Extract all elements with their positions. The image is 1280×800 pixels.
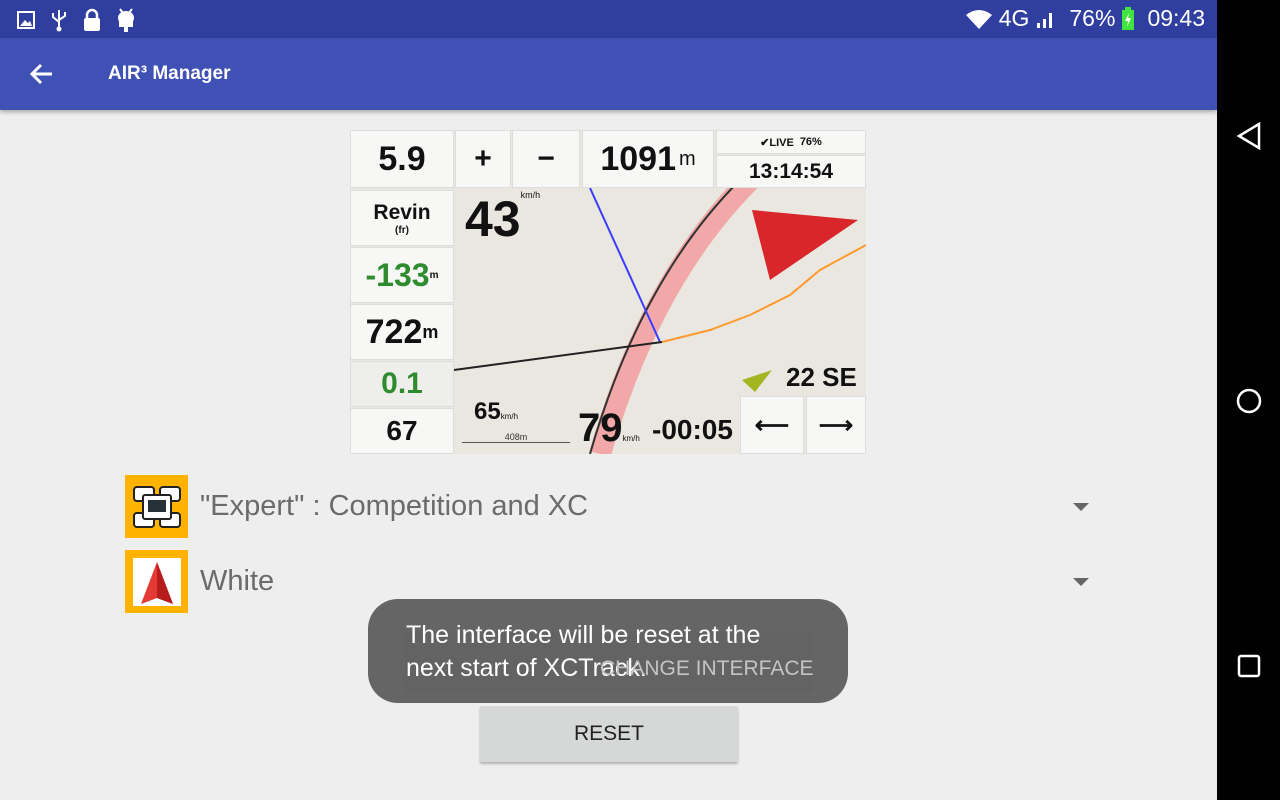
lock-icon [84,8,100,31]
signal-icon [1037,12,1053,28]
ground-speed-unit: km/h [622,434,640,443]
recents-square-icon[interactable] [1237,654,1261,678]
scale-speed-value: 65 [474,398,501,425]
altitude-value: 1091 [600,139,676,178]
layout-icon [125,475,188,538]
waypoint-name: Revin [373,200,431,224]
zoom-in-cell: + [455,130,511,188]
glide-value-cell: 67 [350,408,454,454]
usb-icon [52,10,66,32]
ground-speed: 79km/h [578,406,640,451]
scale-speed-unit: km/h [500,412,519,421]
scale-speed: 65km/h [474,398,518,426]
relative-value: -133 [365,256,430,293]
app-bar: AIR³ Manager [0,38,1217,110]
interface-select-value: "Expert" : Competition and XC [200,490,589,522]
wind-speed: 22 [786,362,815,392]
relative-unit: m [429,269,439,281]
back-triangle-icon[interactable] [1236,122,1262,150]
toast-message: The interface will be reset at the next … [368,599,848,703]
network-type: 4G [998,5,1030,31]
home-circle-icon[interactable] [1235,387,1263,415]
battery-percent: 76% [1069,5,1116,31]
height-cell: 722 m [350,304,454,360]
waypoint-sub: (fr) [395,224,409,236]
clock: 09:43 [1147,5,1205,31]
chevron-down-icon [1073,502,1089,511]
wind-readout: 22 SE [786,362,857,393]
speed-value: 43 [465,191,521,247]
ground-speed-value: 79 [578,406,623,450]
change-interface-label[interactable]: CHANGE INTERFACE [600,657,814,681]
waypoint-cell: Revin (fr) [350,190,454,246]
time-to-start: -00:05 [652,414,733,445]
image-icon [17,11,35,29]
height-unit: m [422,321,439,342]
relative-cell: -133 m [350,247,454,303]
arrow-left-icon[interactable] [28,60,56,88]
speed-readout: 43km/h [465,190,540,248]
map-scale: 408m [462,432,570,443]
height-value: 722 [365,312,423,351]
prev-waypoint-cell: ⟵ [740,396,804,454]
navigation-bar [1217,0,1280,800]
app-title: AIR³ Manager [108,63,231,84]
interface-select[interactable]: "Expert" : Competition and XC [125,475,1097,538]
next-waypoint-cell: ⟶ [806,396,866,454]
device-battery: 76% [799,136,822,148]
chevron-down-icon [1073,577,1089,586]
android-icon [118,8,134,32]
altitude-cell: 1091 m [582,130,714,188]
glide-ratio-cell: 5.9 [350,130,454,188]
wind-direction: SE [822,362,857,392]
live-status-cell: ✔LIVE 76% [716,130,866,154]
reset-button[interactable]: RESET [480,706,738,762]
clock-cell: 13:14:54 [716,155,866,188]
interface-preview-image: 5.9 + − 1091 m ✔LIVE 76% 13:14:54 Revin (fr… [350,130,866,454]
speed-unit: km/h [520,190,541,200]
glide-to-goal-cell: 0.1 [350,361,454,407]
compass-arrow-icon [125,550,188,613]
altitude-unit: m [678,147,696,170]
theme-select-value: White [200,565,275,597]
wifi-icon [965,9,992,29]
live-label: ✔LIVE [760,136,794,149]
zoom-out-cell: − [512,130,580,188]
status-bar: 4G 76% 09:43 [0,0,1217,38]
battery-charging-icon [1122,6,1135,30]
